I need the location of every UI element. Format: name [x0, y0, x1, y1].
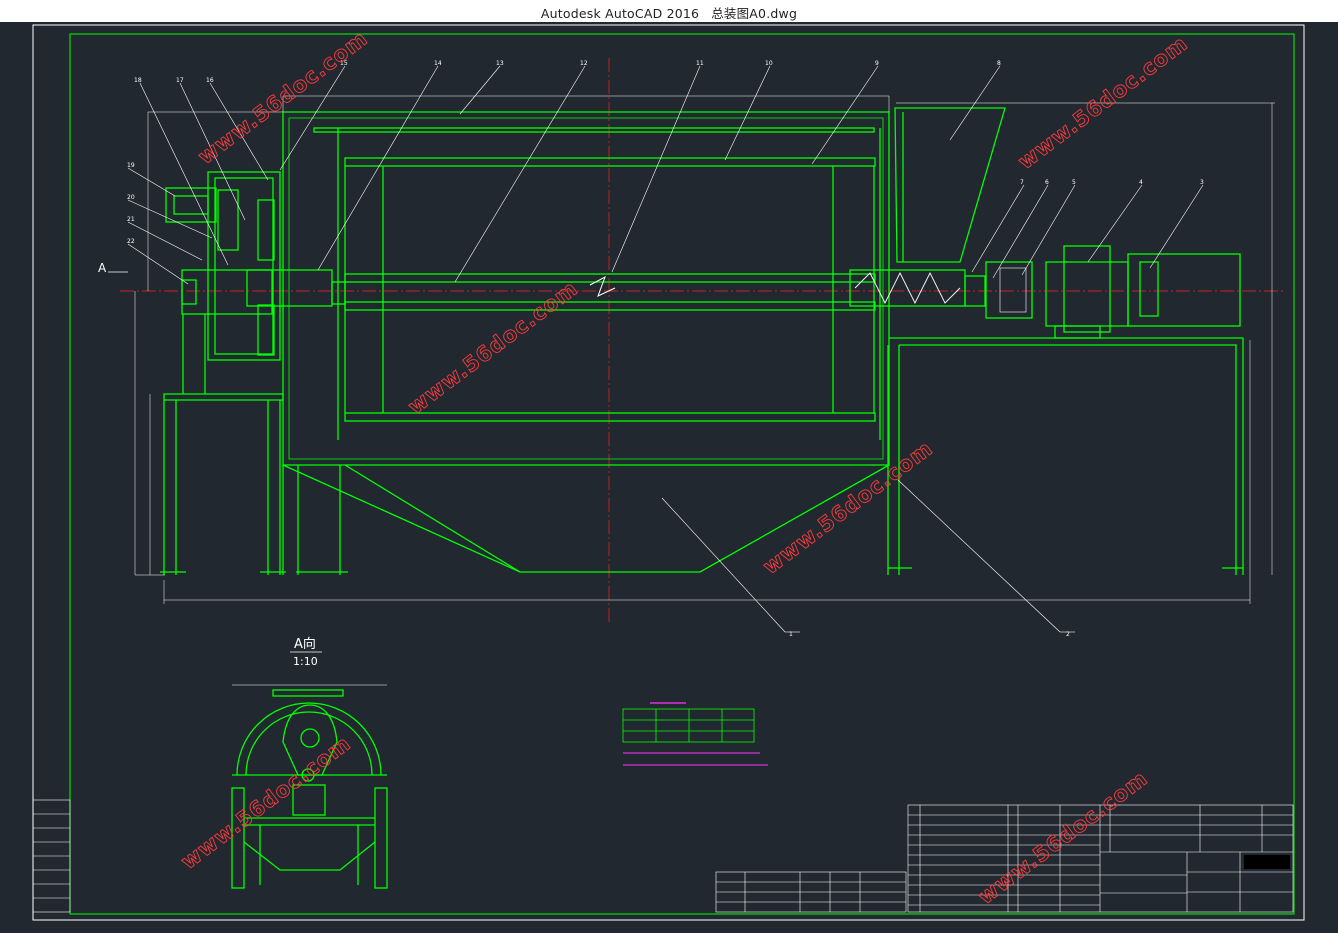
- dimensions: [134, 102, 1275, 604]
- balloon-17: 17: [176, 77, 184, 84]
- view-title: A向: [294, 636, 316, 652]
- balloon-4: 4: [1139, 179, 1143, 186]
- balloon-2: 2: [1066, 631, 1070, 638]
- balloon-14: 14: [434, 60, 442, 67]
- balloon-20: 20: [127, 194, 135, 201]
- minimize-button[interactable]: [1214, 0, 1254, 22]
- watermark-2: www.56doc.com: [1014, 31, 1193, 174]
- main-elevation: [120, 58, 1285, 625]
- title-bar: Autodesk AutoCAD 2016 总装图A0.dwg: [0, 0, 1338, 23]
- watermark-3: www.56doc.com: [404, 276, 583, 419]
- balloon-21: 21: [127, 216, 135, 223]
- end-view: [231, 684, 388, 889]
- balloon-22: 22: [127, 238, 135, 245]
- watermark-4: www.56doc.com: [759, 436, 938, 579]
- balloon-8: 8: [997, 60, 1001, 67]
- view-scale: 1:10: [293, 655, 318, 668]
- section-marker-a: A: [98, 261, 128, 275]
- technical-spec-table: [622, 702, 768, 766]
- balloon-9: 9: [875, 60, 879, 67]
- a-view-label: A向 1:10: [290, 636, 322, 668]
- file-name: 总装图A0.dwg: [711, 6, 798, 21]
- balloon-10: 10: [765, 60, 773, 67]
- section-letter: A: [98, 261, 107, 275]
- balloon-16: 16: [206, 77, 214, 84]
- balloon-13: 13: [496, 60, 504, 67]
- app-name: Autodesk AutoCAD 2016: [540, 6, 700, 21]
- balloon-5: 5: [1072, 179, 1076, 186]
- balloon-19: 19: [127, 162, 135, 169]
- maximize-button[interactable]: [1256, 0, 1296, 22]
- balloon-1: 1: [789, 631, 793, 638]
- watermark-5: www.56doc.com: [177, 731, 356, 874]
- balloon-6: 6: [1045, 179, 1049, 186]
- watermark-6: www.56doc.com: [974, 766, 1153, 909]
- cad-drawing[interactable]: A 1 2 3 4 5 6 7 8 9 10 11 12 13 14 15 16…: [0, 22, 1338, 933]
- close-button[interactable]: [1298, 0, 1338, 22]
- balloon-11: 11: [696, 60, 704, 67]
- balloon-12: 12: [580, 60, 588, 67]
- balloon-18: 18: [134, 77, 142, 84]
- balloon-7: 7: [1020, 179, 1024, 186]
- balloon-3: 3: [1200, 179, 1204, 186]
- window-title: Autodesk AutoCAD 2016 总装图A0.dwg: [0, 3, 1338, 22]
